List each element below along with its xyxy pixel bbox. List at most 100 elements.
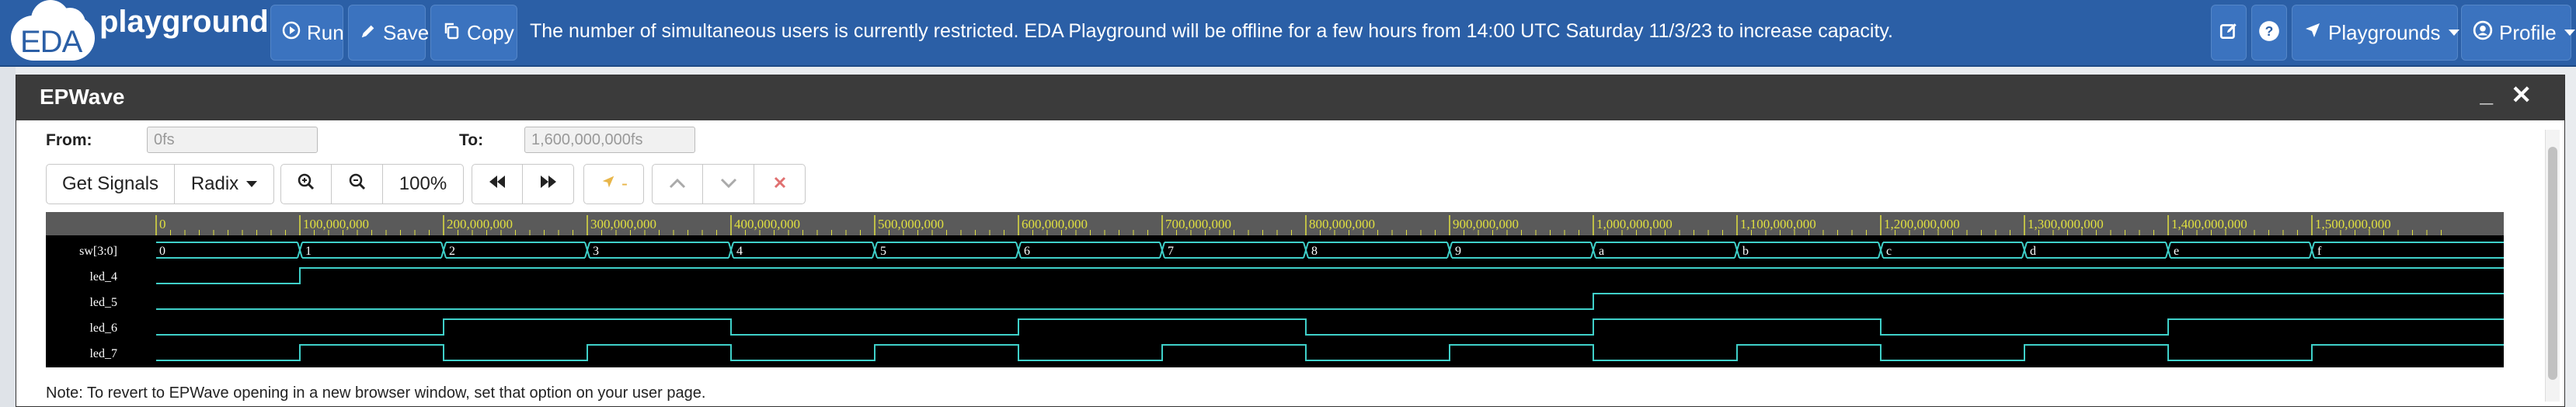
jump-start-button[interactable] [472,164,523,204]
timeline-tick-label: 700,000,000 [1165,217,1231,231]
revert-note: Note: To revert to EPWave opening in a n… [46,384,706,402]
radix-dropdown[interactable]: Radix [175,164,274,204]
double-right-icon [539,173,558,195]
page-background [0,65,16,407]
bus-value-label: 7 [1168,245,1174,258]
marker-label: - [621,173,628,194]
zoom-out-button[interactable] [332,164,383,204]
copy-label: Copy [467,20,514,44]
timeline-tick-label: 1,100,000,000 [1740,217,1816,231]
timeline-tick-label: 300,000,000 [590,217,656,231]
rocket-icon [2303,21,2328,45]
waveform-viewer[interactable]: 0 100,000,000 200,000,000 300,000,000 400,00… [46,212,2504,367]
bus-value-label: b [1742,245,1749,258]
vertical-scrollbar[interactable] [2545,130,2560,402]
scrollbar-thumb[interactable] [2548,147,2557,380]
copy-button[interactable]: Copy [430,5,517,61]
timeline-tick-label: 400,000,000 [734,217,800,231]
timeline-tick-label: 900,000,000 [1453,217,1519,231]
chevron-down-icon [2564,30,2575,36]
zoom-level[interactable]: 100% [383,164,464,204]
radix-label: Radix [190,173,239,194]
signal-wave-led_6 [156,318,2504,336]
save-label: Save [383,20,430,44]
timeline-tick-label: 200,000,000 [447,217,513,231]
signal-name-led_4: led_4 [89,270,117,284]
jump-end-button[interactable] [523,164,574,204]
close-button[interactable]: ✕ [2511,80,2532,110]
timeline-tick-label: 0 [159,217,166,231]
run-button[interactable]: Run [270,5,344,61]
bus-value-label: 5 [880,245,886,258]
get-signals-button[interactable]: Get Signals [46,164,175,204]
edit-button[interactable] [2211,5,2247,61]
chevron-down-icon [720,173,737,195]
marker-group: - [583,164,644,204]
chevron-down-icon [2448,30,2459,36]
from-field[interactable]: 0fs [147,127,318,153]
chevron-down-icon [246,181,258,187]
zoom-in-button[interactable] [280,164,332,204]
waveform-canvas[interactable]: 0 100,000,000 200,000,000 300,000,000 400,00… [46,212,2504,367]
bus-value-label: c [1886,245,1892,258]
bus-value-label: 3 [593,245,599,258]
copy-icon [442,21,467,45]
timeline-tick-label: 600,000,000 [1022,217,1088,231]
chevron-up-icon [669,173,686,195]
signal-name-led_6: led_6 [89,322,117,335]
zoom-group: 100% [280,164,464,204]
top-navbar: EDA playground Run Save Copy The number … [0,0,2576,67]
bus-value-label: 6 [1024,245,1030,258]
timeline-tick-label: 1,000,000,000 [1596,217,1673,231]
signal-name-led_5: led_5 [89,296,117,309]
zoom-out-icon [348,172,367,197]
playgrounds-dropdown[interactable]: Playgrounds [2292,5,2459,61]
zoom-in-icon [297,172,315,197]
next-transition-button[interactable] [703,164,754,204]
signals-radix-group: Get Signals Radix [46,164,274,204]
epwave-title: EPWave [40,85,125,109]
user-icon [2473,20,2499,46]
bus-value-label: 1 [305,245,312,258]
minimize-button[interactable]: _ [2480,82,2493,108]
play-icon [282,21,307,45]
playgrounds-label: Playgrounds [2328,20,2441,44]
close-icon [773,173,787,195]
from-label: From: [46,131,92,149]
logo-eda-text: EDA [20,25,82,59]
signal-wave-led_4 [156,267,2504,284]
transition-group [652,164,806,204]
timeline-tick-label: 100,000,000 [303,217,369,231]
eda-playground-logo[interactable]: EDA playground [11,0,269,61]
bus-value-label: 2 [449,245,455,258]
bus-value-label: d [2030,245,2036,258]
bus-value-label: 0 [159,245,165,258]
save-button[interactable]: Save [348,5,430,61]
marker-button[interactable]: - [583,164,644,204]
timeline-tick-label: 1,200,000,000 [1884,217,1960,231]
run-label: Run [307,20,344,44]
navigation-group [472,164,574,204]
signal-name-led_7: led_7 [89,347,117,360]
epwave-titlebar[interactable]: EPWave _ ✕ [16,75,2564,120]
previous-transition-button[interactable] [652,164,703,204]
remove-signal-button[interactable] [754,164,806,204]
signal-wave-led_5 [156,293,2504,310]
bus-value-label: f [2317,245,2322,258]
announcement-message: The number of simultaneous users is curr… [530,20,1894,42]
bus-value-label: a [1599,245,1604,258]
timeline-tick-label: 1,500,000,000 [2315,217,2391,231]
timeline-tick-label: 800,000,000 [1309,217,1375,231]
edit-icon [2219,21,2239,45]
profile-dropdown[interactable]: Profile [2461,5,2575,61]
timeline-tick-label: 1,300,000,000 [2028,217,2104,231]
help-button[interactable]: ? [2251,5,2287,61]
bus-value-label: e [2174,245,2179,258]
to-label: To: [459,131,484,149]
bus-value-label: 4 [736,245,743,258]
double-left-icon [488,173,506,195]
to-field[interactable]: 1,600,000,000fs [524,127,695,153]
signal-wave-led_7 [156,344,2504,361]
bus-value-label: 9 [1455,245,1461,258]
profile-label: Profile [2499,20,2557,44]
